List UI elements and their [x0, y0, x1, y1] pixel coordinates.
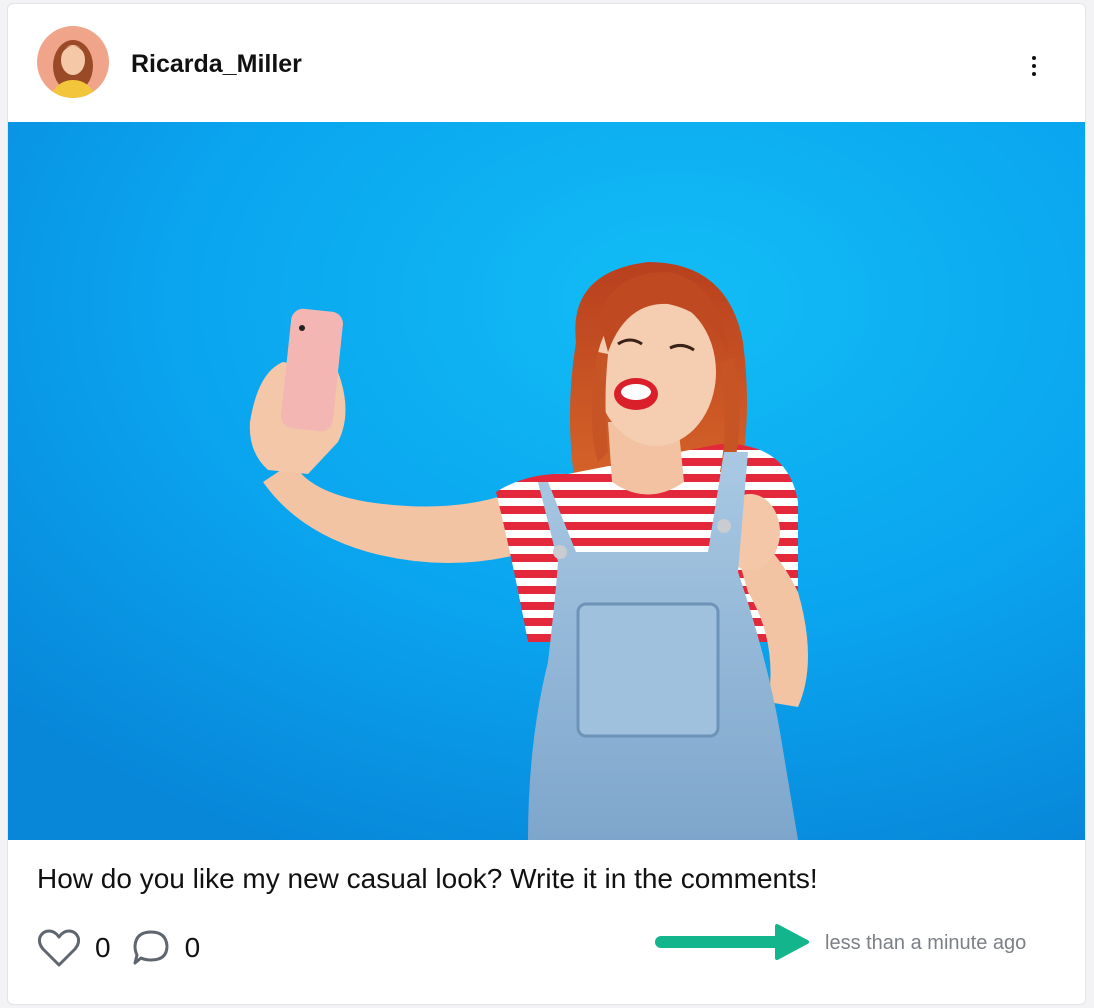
post-actions: 0 0: [37, 926, 220, 970]
arrow-right-icon: [655, 924, 809, 960]
more-vertical-icon[interactable]: [1022, 48, 1046, 84]
username[interactable]: Ricarda_Miller: [131, 49, 302, 79]
post-timestamp: less than a minute ago: [825, 932, 1027, 954]
like-button[interactable]: 0: [37, 928, 131, 968]
post-image: [8, 122, 1085, 840]
comment-button[interactable]: 0: [131, 928, 221, 968]
like-count: 0: [95, 932, 111, 963]
post-caption: How do you like my new casual look? Writ…: [37, 863, 818, 894]
post-header: Ricarda_Miller: [8, 4, 1085, 122]
comment-bubble-icon: [133, 930, 169, 965]
avatar[interactable]: [37, 26, 109, 98]
heart-icon: [37, 929, 81, 967]
comment-count: 0: [184, 932, 201, 963]
post-card: Ricarda_Miller How do you like my new ca…: [7, 3, 1086, 1005]
